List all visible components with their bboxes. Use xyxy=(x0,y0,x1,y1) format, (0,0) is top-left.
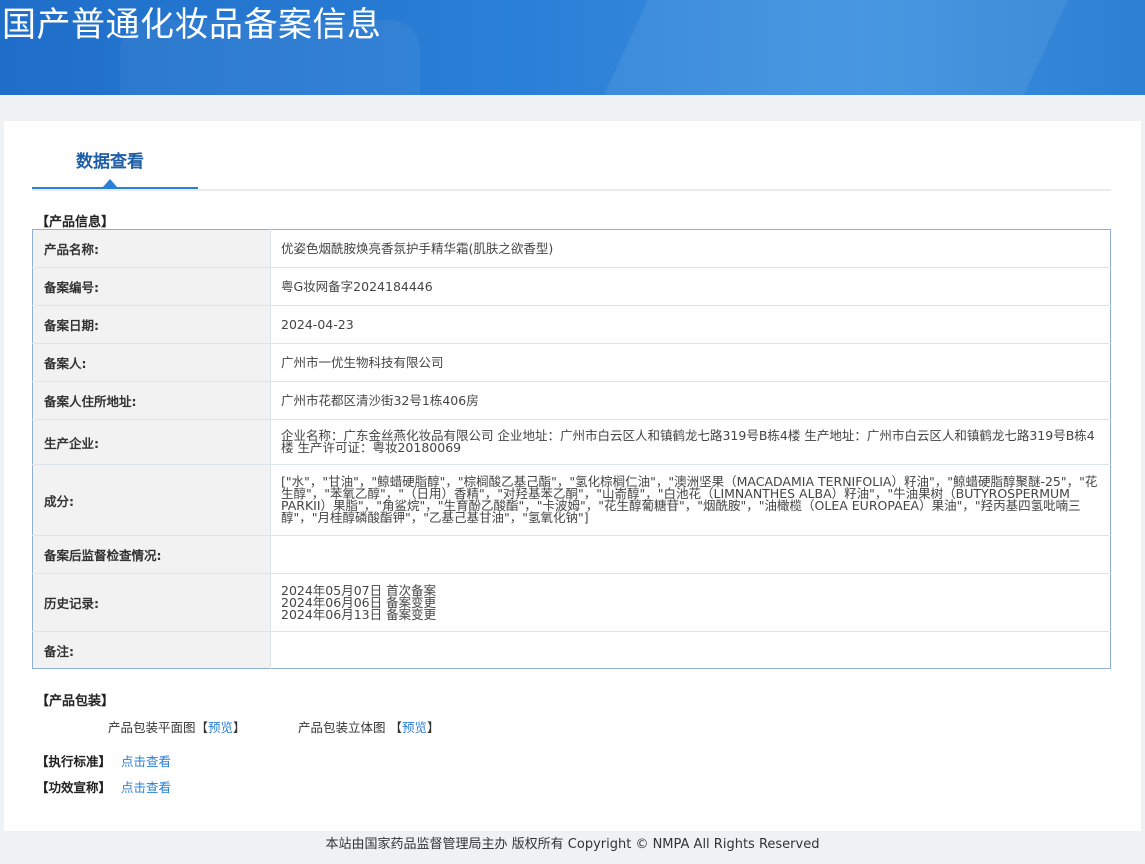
header-banner: 国产普通化妆品备案信息 xyxy=(0,0,1145,95)
standard-heading: 【执行标准】 xyxy=(36,754,112,769)
tab-bar: 数据查看 xyxy=(32,121,1111,191)
table-row: 备案人: 广州市一优生物科技有限公司 xyxy=(32,343,1111,382)
row-label: 备案人: xyxy=(32,343,271,382)
row-label: 成分: xyxy=(32,464,271,536)
efficacy-heading: 【功效宣称】 xyxy=(36,780,112,795)
table-row: 历史记录: 2024年05月07日 首次备案 2024年06月06日 备案变更 … xyxy=(32,573,1111,632)
bracket-close: 】 xyxy=(233,720,246,735)
row-label: 历史记录: xyxy=(32,573,271,632)
registrant-value: 广州市一优生物科技有限公司 xyxy=(270,343,1111,382)
row-label: 备案后监督检查情况: xyxy=(32,535,271,574)
ingredients-value: ["水"，"甘油"，"鲸蜡硬脂醇"，"棕榈酸乙基己酯"，"氢化棕榈仁油"，"澳洲… xyxy=(270,464,1111,536)
table-row: 备案日期: 2024-04-23 xyxy=(32,305,1111,344)
table-row: 备案人住所地址: 广州市花都区清沙街32号1栋406房 xyxy=(32,381,1111,420)
row-label: 备案日期: xyxy=(32,305,271,344)
footer-copyright: 本站由国家药品监督管理局主办 版权所有 Copyright © NMPA All… xyxy=(325,837,820,852)
packaging-flat-item: 产品包装平面图【预览】 xyxy=(108,717,246,736)
standard-row: 【执行标准】 点击查看 xyxy=(36,751,171,770)
table-row: 成分: ["水"，"甘油"，"鲸蜡硬脂醇"，"棕榈酸乙基己酯"，"氢化棕榈仁油"… xyxy=(32,464,1111,536)
registration-number-value: 粤G妆网备字2024184446 xyxy=(270,267,1111,306)
content-panel: 数据查看 【产品信息】 产品名称: 优姿色烟酰胺焕亮香氛护手精华霜(肌肤之欲香型… xyxy=(4,121,1141,831)
packaging-heading: 【产品包装】 xyxy=(36,694,115,709)
table-row: 备案后监督检查情况: xyxy=(32,535,1111,574)
history-entry: 2024年06月13日 备案变更 xyxy=(281,606,437,622)
packaging-stereo-item: 产品包装立体图 【预览】 xyxy=(298,717,440,736)
tab-label: 数据查看 xyxy=(76,152,144,172)
product-info-table: 产品名称: 优姿色烟酰胺焕亮香氛护手精华霜(肌肤之欲香型) 备案编号: 粤G妆网… xyxy=(32,229,1111,669)
table-row: 生产企业: 企业名称：广东金丝燕化妆品有限公司 企业地址：广州市白云区人和镇鹤龙… xyxy=(32,419,1111,465)
table-row: 备注: xyxy=(32,631,1111,669)
inspection-value xyxy=(270,535,1111,574)
footer: 本站由国家药品监督管理局主办 版权所有 Copyright © NMPA All… xyxy=(0,831,1145,864)
row-label: 备注: xyxy=(32,631,271,669)
active-tab-caret-icon xyxy=(103,179,117,187)
table-row: 产品名称: 优姿色烟酰胺焕亮香氛护手精华霜(肌肤之欲香型) xyxy=(32,229,1111,268)
row-label: 备案编号: xyxy=(32,267,271,306)
product-name-value: 优姿色烟酰胺焕亮香氛护手精华霜(肌肤之欲香型) xyxy=(270,229,1111,268)
packaging-stereo-label: 产品包装立体图 【 xyxy=(298,720,402,735)
page-title: 国产普通化妆品备案信息 xyxy=(2,5,382,45)
bracket-close: 】 xyxy=(427,720,440,735)
product-info-heading: 【产品信息】 xyxy=(36,215,115,230)
efficacy-view-link[interactable]: 点击查看 xyxy=(121,780,171,795)
registration-date-value: 2024-04-23 xyxy=(270,305,1111,344)
tab-data-view[interactable]: 数据查看 xyxy=(32,121,198,189)
manufacturer-value: 企业名称：广东金丝燕化妆品有限公司 企业地址：广州市白云区人和镇鹤龙七路319号… xyxy=(270,419,1111,465)
standard-view-link[interactable]: 点击查看 xyxy=(121,754,171,769)
history-value: 2024年05月07日 首次备案 2024年06月06日 备案变更 2024年0… xyxy=(270,573,1111,632)
row-label: 产品名称: xyxy=(32,229,271,268)
remarks-value xyxy=(271,632,1111,669)
table-row: 备案编号: 粤G妆网备字2024184446 xyxy=(32,267,1111,306)
packaging-stereo-preview-link[interactable]: 预览 xyxy=(402,720,427,735)
efficacy-row: 【功效宣称】 点击查看 xyxy=(36,777,171,796)
packaging-flat-preview-link[interactable]: 预览 xyxy=(208,720,233,735)
banner-decoration xyxy=(573,0,1087,95)
registrant-address-value: 广州市花都区清沙街32号1栋406房 xyxy=(270,381,1111,420)
row-label: 备案人住所地址: xyxy=(32,381,271,420)
packaging-flat-label: 产品包装平面图【 xyxy=(108,720,209,735)
row-label: 生产企业: xyxy=(32,419,271,465)
